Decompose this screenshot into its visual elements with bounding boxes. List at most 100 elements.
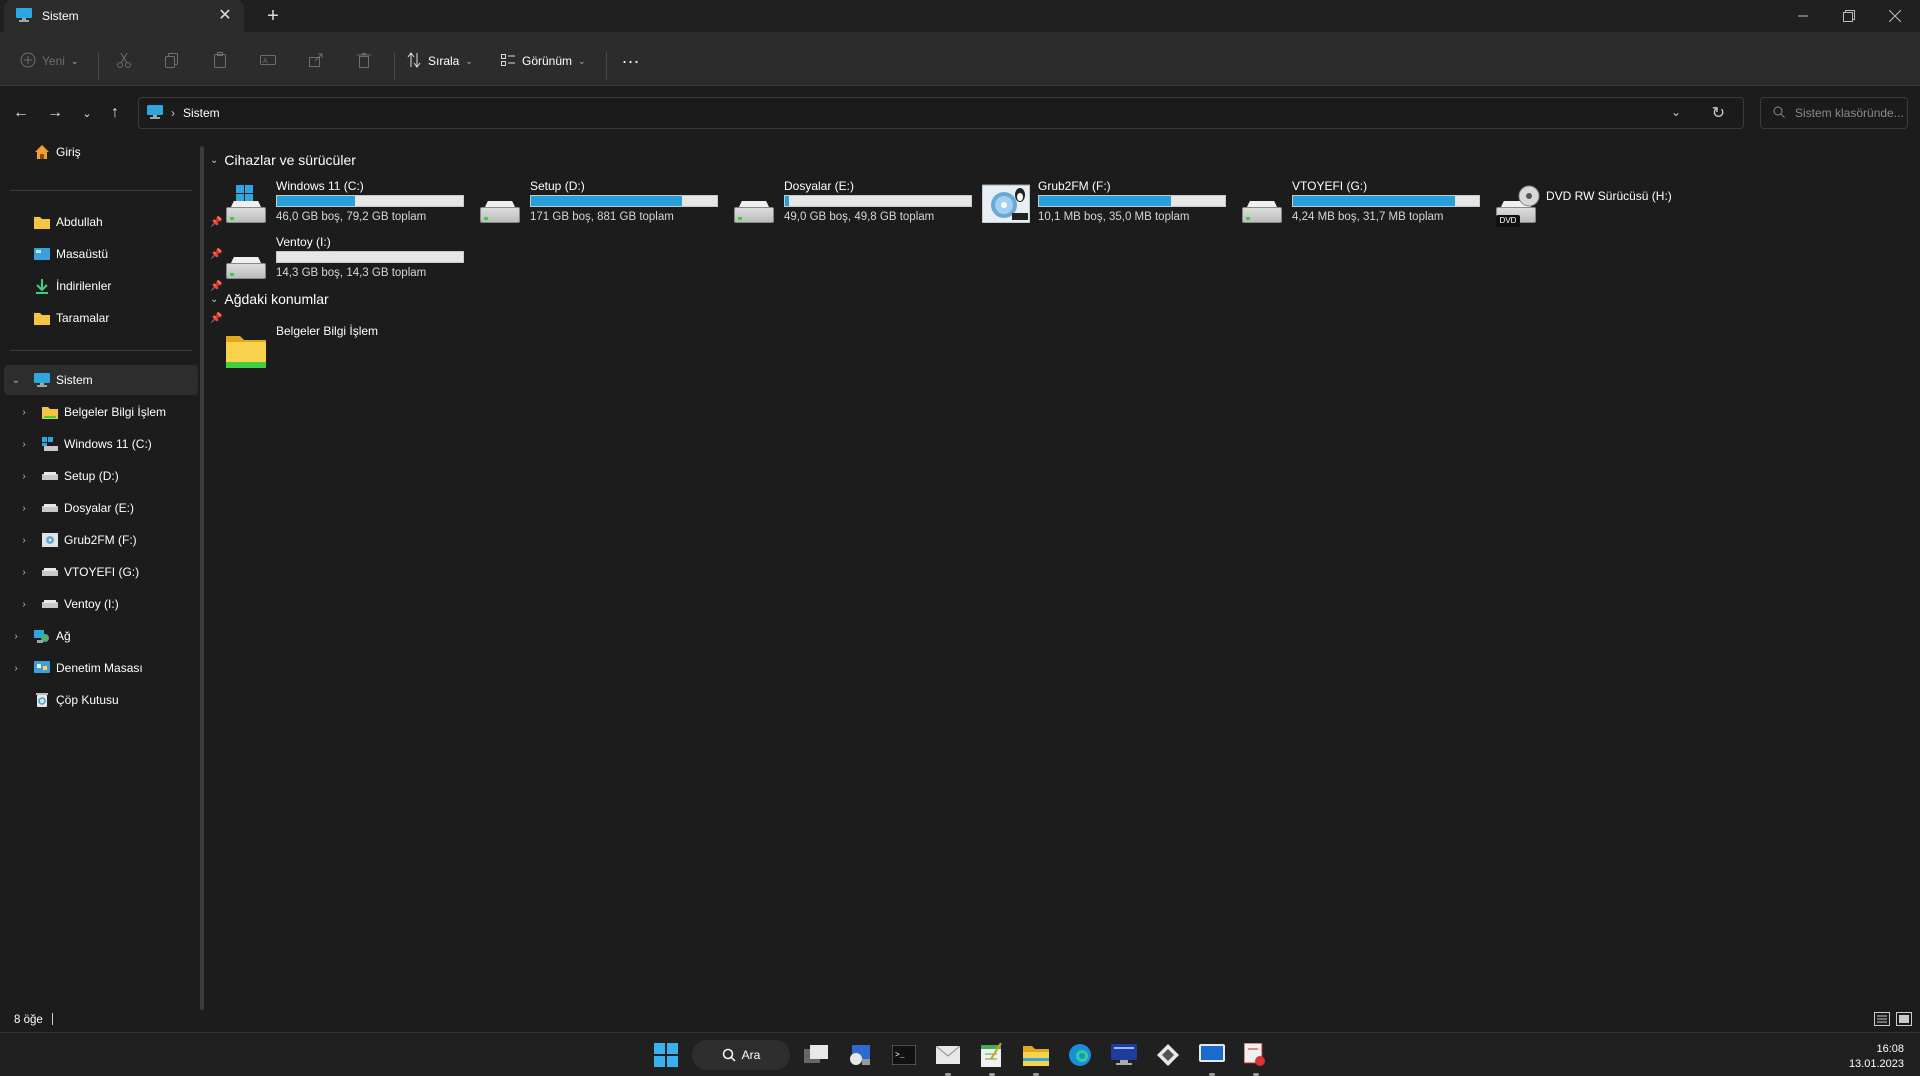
new-button[interactable]: Yeni ⌄ <box>20 46 78 76</box>
share-button[interactable] <box>308 46 324 76</box>
drive-name: Setup (D:) <box>530 179 585 193</box>
chevron-down-icon[interactable]: ⌄ <box>10 375 22 386</box>
cut-button[interactable] <box>116 46 132 76</box>
chevron-right-icon[interactable]: › <box>10 631 22 642</box>
sidebar-item-abdullah[interactable]: Abdullah 📌 <box>34 208 222 236</box>
tiles-view-button[interactable] <box>1896 1012 1914 1028</box>
network-group-header[interactable]: ⌄ Ağdaki konumlar <box>210 291 329 307</box>
paste-button[interactable] <box>212 46 228 76</box>
chevron-right-icon[interactable]: › <box>18 503 30 514</box>
sidebar-item-belgeler-bilgi-islem[interactable]: Belgeler Bilgi İşlem <box>42 398 166 426</box>
drive-item-c[interactable]: Windows 11 (C:) 46,0 GB boş, 79,2 GB top… <box>212 179 464 231</box>
more-options-button[interactable]: ... <box>622 42 640 72</box>
sidebar-item-control-panel[interactable]: Denetim Masası <box>34 654 143 682</box>
sidebar-item-label: Belgeler Bilgi İşlem <box>64 405 167 419</box>
tab-sistem[interactable]: Sistem ✕ <box>4 0 244 32</box>
drive-usage-bar <box>1038 195 1226 207</box>
taskbar-app-monitor[interactable] <box>1108 1039 1140 1071</box>
drive-usage-bar <box>530 195 718 207</box>
taskbar-app-snipping[interactable] <box>1240 1039 1272 1071</box>
drive-item-e[interactable]: Dosyalar (E:) 49,0 GB boş, 49,8 GB topla… <box>720 179 972 231</box>
grub-drive-icon <box>982 184 1030 225</box>
taskbar-app-editor[interactable] <box>976 1039 1008 1071</box>
address-dropdown-icon[interactable]: ⌄ <box>1671 105 1681 119</box>
task-view-button[interactable] <box>800 1039 832 1071</box>
taskbar-app-remote[interactable] <box>844 1039 876 1071</box>
minimize-button[interactable] <box>1780 0 1826 32</box>
taskbar-app-rdp[interactable] <box>1196 1039 1228 1071</box>
taskbar-search-label: Ara <box>741 1048 761 1062</box>
drive-item-d[interactable]: Setup (D:) 171 GB boş, 881 GB toplam <box>466 179 718 231</box>
chevron-right-icon[interactable]: › <box>18 407 30 418</box>
sidebar-item-desktop[interactable]: Masaüstü 📌 <box>34 240 222 268</box>
windows-logo-icon <box>654 1043 678 1067</box>
view-button[interactable]: Görünüm ⌄ <box>500 46 586 76</box>
drive-usage-bar <box>276 251 464 263</box>
breadcrumb-sistem[interactable]: Sistem <box>183 106 220 120</box>
details-view-button[interactable] <box>1874 1012 1892 1028</box>
copy-button[interactable] <box>164 46 180 76</box>
sidebar-item-vtoyefi-g[interactable]: VTOYEFI (G:) <box>42 558 139 586</box>
sidebar-item-home[interactable]: Giriş <box>34 138 81 166</box>
sort-button[interactable]: Sırala ⌄ <box>406 46 473 76</box>
devices-group-header[interactable]: ⌄ Cihazlar ve sürücüler <box>210 152 356 168</box>
back-button[interactable]: ← <box>8 100 34 126</box>
rename-button[interactable]: A <box>260 46 276 76</box>
sidebar-item-sistem[interactable]: Sistem <box>34 366 93 394</box>
chevron-right-icon[interactable]: › <box>18 471 30 482</box>
windows-drive-icon <box>42 436 58 452</box>
tab-title: Sistem <box>42 9 79 23</box>
sidebar-divider <box>10 350 192 351</box>
sort-label: Sırala <box>428 54 460 68</box>
drive-item-g[interactable]: VTOYEFI (G:) 4,24 MB boş, 31,7 MB toplam <box>1228 179 1480 231</box>
search-icon <box>722 1048 736 1062</box>
sidebar-item-downloads[interactable]: İndirilenler 📌 <box>34 272 222 300</box>
chevron-right-icon[interactable]: › <box>18 567 30 578</box>
forward-button[interactable]: → <box>42 100 68 126</box>
monitor-app-icon <box>1111 1044 1137 1065</box>
toolkit-icon <box>1157 1044 1179 1066</box>
drive-item-f[interactable]: Grub2FM (F:) 10,1 MB boş, 35,0 MB toplam <box>974 179 1226 231</box>
sidebar-item-scans[interactable]: Taramalar 📌 <box>34 304 222 332</box>
restore-button[interactable] <box>1826 0 1872 32</box>
new-tab-button[interactable]: + <box>262 6 284 28</box>
sidebar-item-recycle-bin[interactable]: Çöp Kutusu <box>34 686 119 714</box>
taskbar-app-toolkit[interactable] <box>1152 1039 1184 1071</box>
up-button[interactable]: ↑ <box>102 100 128 126</box>
drive-space-info: 49,0 GB boş, 49,8 GB toplam <box>784 211 935 223</box>
taskbar-search[interactable]: Ara <box>692 1040 790 1070</box>
recent-locations-button[interactable]: ⌄ <box>74 100 100 126</box>
close-window-button[interactable] <box>1872 0 1918 32</box>
search-input[interactable] <box>1795 106 1905 120</box>
drive-item-i[interactable]: Ventoy (I:) 14,3 GB boş, 14,3 GB toplam <box>212 235 464 287</box>
delete-button[interactable] <box>356 46 372 76</box>
taskbar-app-file-explorer[interactable] <box>1020 1039 1052 1071</box>
system-clock[interactable]: 16:08 13.01.2023 <box>1849 1042 1904 1072</box>
chevron-right-icon[interactable]: › <box>18 439 30 450</box>
taskbar-app-mail[interactable] <box>932 1039 964 1071</box>
sidebar-item-setup-d[interactable]: Setup (D:) <box>42 462 119 490</box>
start-button[interactable] <box>650 1039 682 1071</box>
drive-space-info: 10,1 MB boş, 35,0 MB toplam <box>1038 211 1190 223</box>
sidebar-item-network[interactable]: Ağ <box>34 622 71 650</box>
taskbar-app-edge[interactable] <box>1064 1039 1096 1071</box>
drive-item-h[interactable]: DVD DVD RW Sürücüsü (H:) <box>1482 179 1732 231</box>
pin-icon[interactable]: 📌 <box>210 313 222 324</box>
sidebar-item-grub2fm-f[interactable]: Grub2FM (F:) <box>42 526 137 554</box>
chevron-right-icon[interactable]: › <box>18 599 30 610</box>
drive-icon <box>478 185 522 225</box>
close-tab-icon[interactable]: ✕ <box>216 7 234 25</box>
sidebar-item-ventoy-i[interactable]: Ventoy (I:) <box>42 590 119 618</box>
chevron-right-icon[interactable]: › <box>10 663 22 674</box>
chevron-right-icon[interactable]: › <box>18 535 30 546</box>
sidebar-item-dosyalar-e[interactable]: Dosyalar (E:) <box>42 494 134 522</box>
sidebar-item-windows-c[interactable]: Windows 11 (C:) <box>42 430 152 458</box>
network-location-item[interactable]: Belgeler Bilgi İşlem <box>212 324 462 376</box>
sidebar-item-label: Denetim Masası <box>56 661 143 675</box>
address-bar[interactable]: › Sistem ⌄ ↻ <box>138 97 1744 129</box>
search-box[interactable] <box>1760 97 1908 129</box>
breadcrumb-chevron-icon[interactable]: › <box>171 106 175 120</box>
taskbar-app-terminal[interactable]: >_ <box>888 1039 920 1071</box>
pane-splitter[interactable] <box>200 146 204 1010</box>
refresh-icon[interactable]: ↻ <box>1712 103 1725 123</box>
